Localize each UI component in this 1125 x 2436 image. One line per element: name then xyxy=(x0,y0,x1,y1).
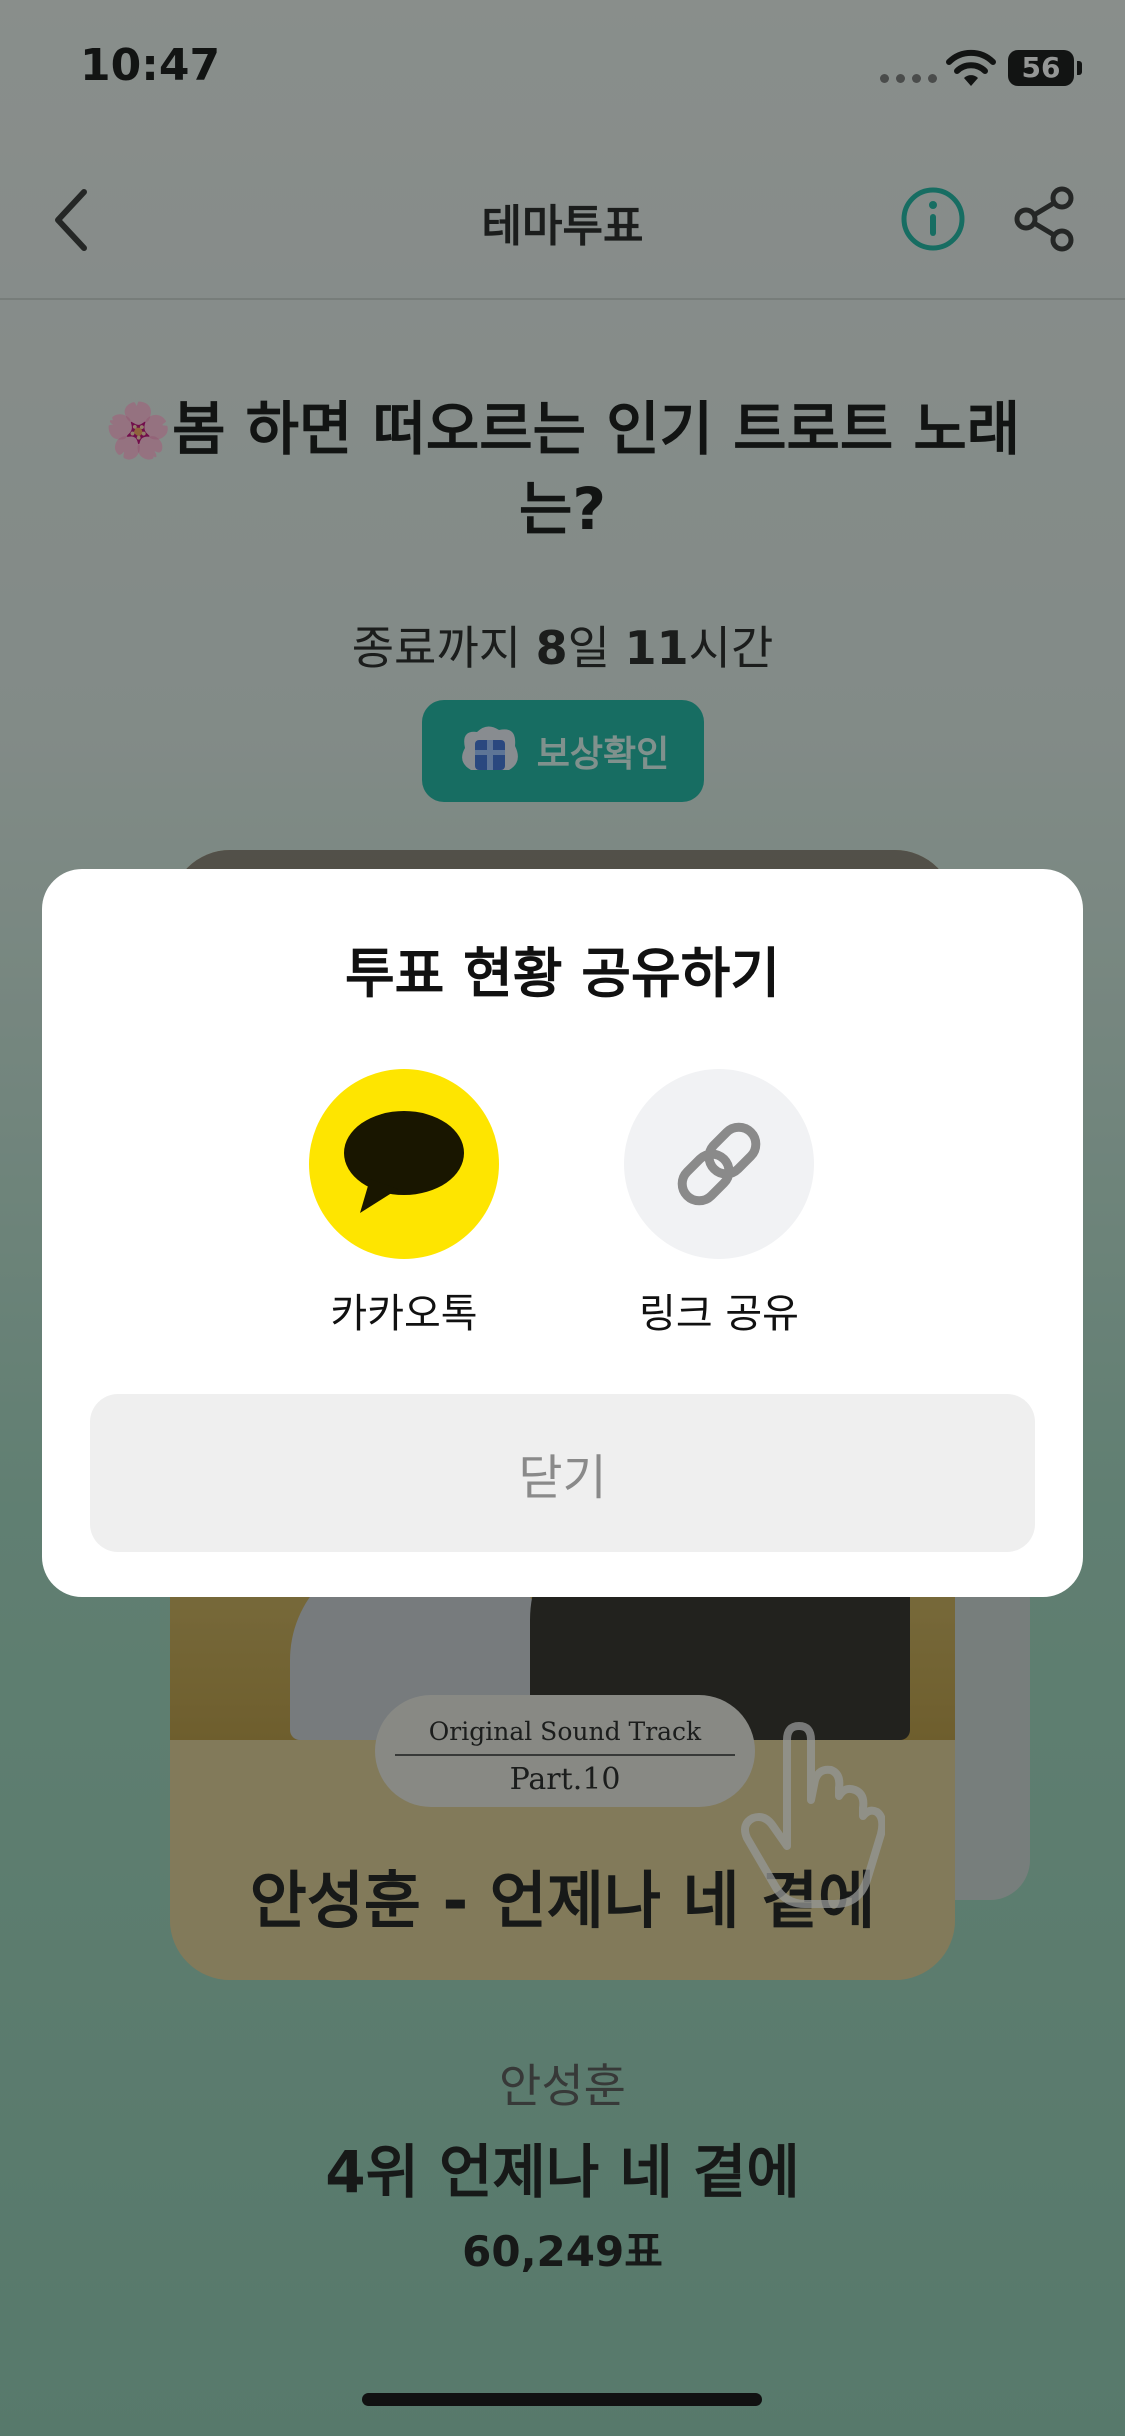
share-kakaotalk-label: 카카오톡 xyxy=(330,1291,478,1337)
share-modal: 투표 현황 공유하기 카카오톡 링크 공유 닫기 xyxy=(42,869,1083,1597)
kakaotalk-icon xyxy=(309,1069,499,1259)
link-icon xyxy=(624,1069,814,1259)
close-button[interactable]: 닫기 xyxy=(90,1394,1035,1552)
share-kakaotalk-button[interactable]: 카카오톡 xyxy=(304,1069,504,1339)
share-link-label: 링크 공유 xyxy=(639,1291,799,1337)
home-indicator[interactable] xyxy=(362,2393,762,2406)
share-link-button[interactable]: 링크 공유 xyxy=(619,1069,819,1339)
modal-title: 투표 현황 공유하기 xyxy=(344,942,781,1005)
